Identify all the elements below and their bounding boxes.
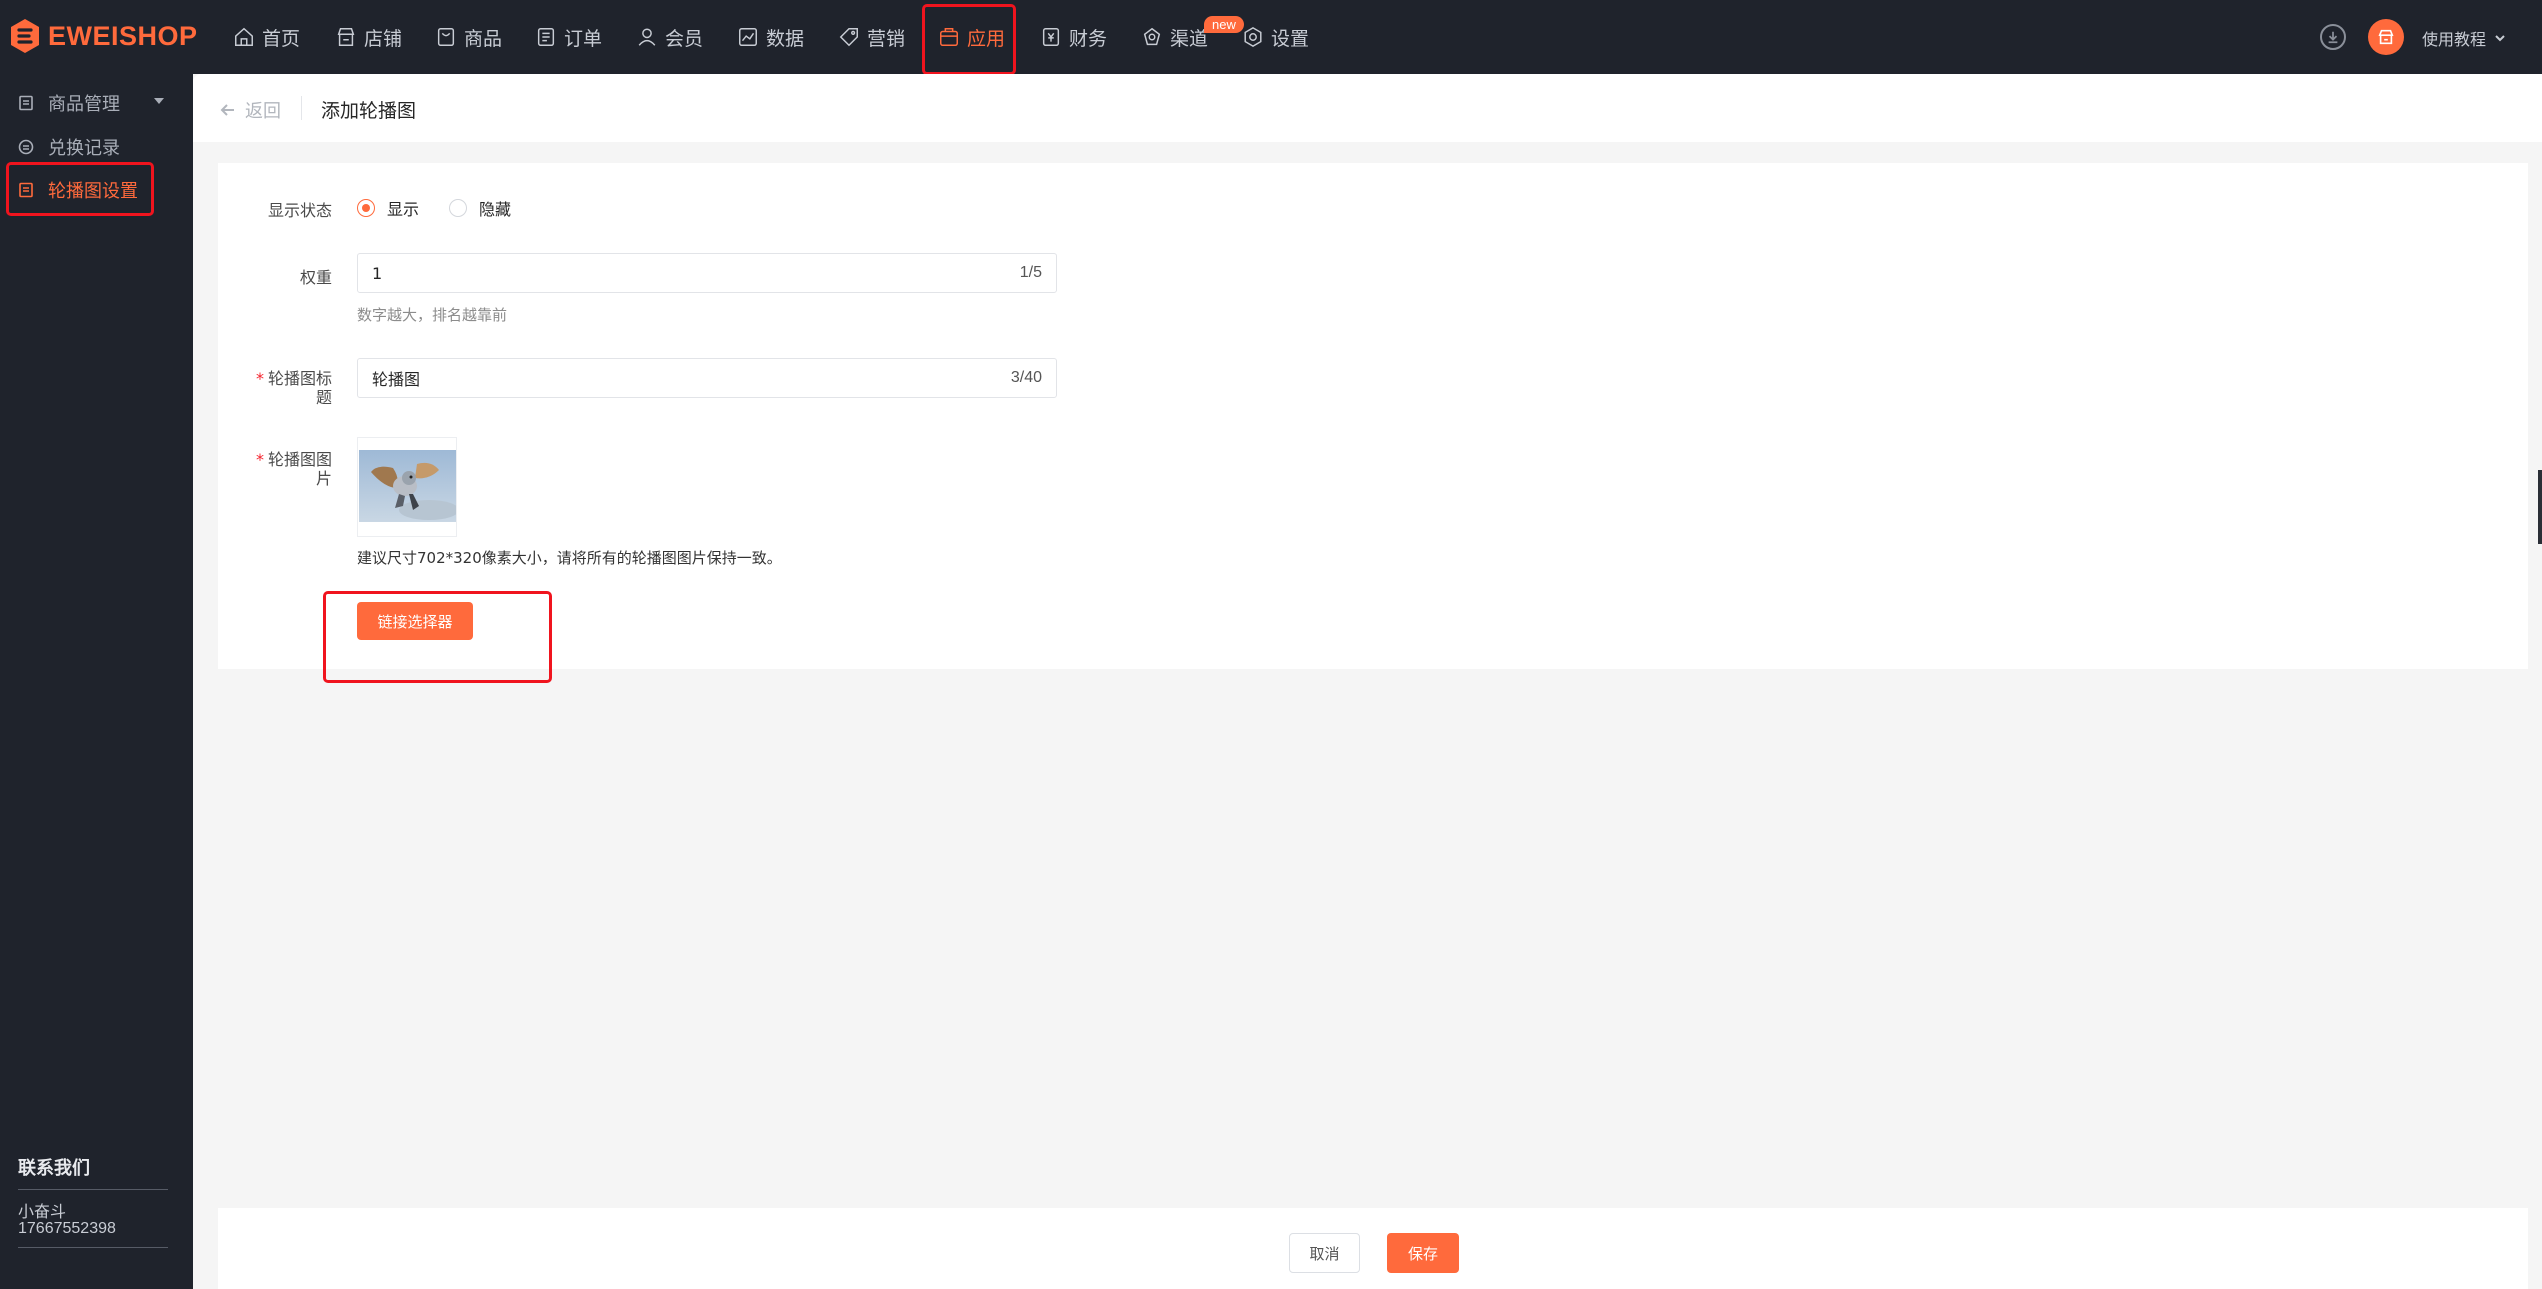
sidebar-item-carousel-settings[interactable]: 轮播图设置	[0, 173, 193, 207]
nav-marketing[interactable]: 营销	[838, 0, 905, 74]
nav-label: 营销	[867, 27, 906, 50]
home-icon	[235, 27, 253, 46]
shop-icon	[2378, 29, 2394, 45]
nav-label: 商品	[464, 27, 503, 50]
nav-goods[interactable]: 商品	[435, 0, 502, 74]
page-header: 返回 添加轮播图	[193, 74, 2542, 142]
nav-label: 设置	[1271, 27, 1310, 50]
nav-settings[interactable]: 设置	[1242, 0, 1309, 74]
nav-label: 首页	[262, 27, 301, 50]
contact-phone: 17667552398	[18, 1220, 116, 1237]
caret-down-icon	[154, 98, 164, 104]
record-icon	[18, 139, 34, 155]
top-navbar: EWEISHOP 首页 店铺 商品 订单 会员 数据 营销 应用 财务 渠道 n…	[0, 0, 2542, 74]
nav-label: 店铺	[364, 27, 403, 50]
sidebar-item-exchange-records[interactable]: 兑换记录	[0, 130, 193, 164]
contact-divider	[18, 1189, 168, 1190]
weight-input[interactable]: 1 1/5	[357, 253, 1057, 293]
order-icon	[537, 28, 555, 46]
download-icon	[2328, 31, 2338, 44]
nav-data[interactable]: 数据	[737, 0, 804, 74]
new-badge: new	[1204, 16, 1244, 33]
download-button[interactable]	[2320, 24, 2346, 50]
image-label: * 轮播图图片	[255, 450, 332, 488]
image-help: 建议尺寸702*320像素大小，请将所有的轮播图图片保持一致。	[357, 549, 782, 567]
help-menu[interactable]: 使用教程	[2422, 26, 2506, 50]
brand-name: EWEISHOP	[48, 20, 198, 51]
weight-value: 1	[372, 263, 383, 283]
weight-label: 权重	[299, 268, 332, 287]
nav-label: 财务	[1069, 27, 1108, 50]
title-value: 轮播图	[372, 370, 421, 389]
page-title: 添加轮播图	[321, 100, 417, 122]
help-label: 使用教程	[2422, 30, 2487, 49]
doc-icon	[19, 95, 33, 111]
sidebar-item-label: 轮播图设置	[48, 181, 138, 202]
radio-show[interactable]: 显示	[357, 196, 419, 220]
arrow-left-icon	[220, 104, 234, 116]
nav-order[interactable]: 订单	[535, 0, 602, 74]
tag-icon	[839, 28, 858, 47]
contact-name: 小奋斗	[18, 1202, 67, 1221]
nav-label: 渠道	[1170, 27, 1209, 50]
channel-icon	[1143, 27, 1161, 46]
nav-channel[interactable]: 渠道	[1141, 0, 1208, 74]
back-button[interactable]: 返回	[219, 97, 281, 123]
app-icon	[940, 28, 958, 46]
logo-icon	[11, 19, 39, 53]
avatar[interactable]	[2368, 19, 2404, 55]
cancel-button[interactable]: 取消	[1289, 1233, 1360, 1273]
status-label: 显示状态	[267, 201, 332, 220]
radio-unchecked-icon	[449, 199, 467, 217]
nav-store[interactable]: 店铺	[335, 0, 402, 74]
image-upload[interactable]	[357, 437, 457, 537]
sidebar-item-label: 兑换记录	[48, 138, 120, 159]
doc-icon	[19, 182, 33, 198]
radio-checked-icon	[357, 199, 375, 217]
gear-icon	[1244, 26, 1262, 48]
nav-label: 订单	[564, 27, 603, 50]
save-button[interactable]: 保存	[1387, 1233, 1459, 1273]
radio-hide[interactable]: 隐藏	[449, 196, 511, 220]
sidebar-item-label: 商品管理	[48, 94, 120, 115]
contact-title: 联系我们	[18, 1158, 90, 1179]
goods-icon	[437, 28, 455, 46]
title-input[interactable]: 轮播图 3/40	[357, 358, 1057, 398]
nav-label: 应用	[967, 27, 1006, 50]
carousel-form: 显示状态 显示 隐藏 权重 1 1/5 数字越大，排名越靠前 * 轮播图标题 轮播…	[218, 163, 2528, 669]
nav-label: 数据	[766, 27, 805, 50]
radio-label: 隐藏	[479, 200, 512, 219]
contact-divider	[18, 1247, 168, 1248]
title-label: * 轮播图标题	[255, 369, 332, 407]
nav-app[interactable]: 应用	[938, 0, 1005, 74]
form-footer: 取消 保存	[218, 1208, 2528, 1289]
weight-help: 数字越大，排名越靠前	[357, 306, 508, 324]
nav-finance[interactable]: 财务	[1040, 0, 1107, 74]
chevron-down-icon	[2495, 35, 2505, 42]
radio-label: 显示	[387, 200, 420, 219]
required-mark: *	[255, 369, 264, 388]
link-selector-button[interactable]: 链接选择器	[357, 602, 473, 640]
nav-home[interactable]: 首页	[233, 0, 300, 74]
sidebar: 商品管理 兑换记录 轮播图设置 联系我们 小奋斗 17667552398	[0, 74, 193, 1289]
weight-char-count: 1/5	[1019, 264, 1042, 281]
store-icon	[337, 28, 355, 46]
member-icon	[638, 28, 656, 46]
header-divider	[301, 96, 302, 120]
nav-member[interactable]: 会员	[636, 0, 703, 74]
sidebar-item-goods-management[interactable]: 商品管理	[0, 86, 193, 120]
title-char-count: 3/40	[1010, 369, 1042, 386]
back-label: 返回	[245, 101, 281, 122]
carousel-image-thumbnail	[359, 450, 456, 522]
chart-icon	[739, 28, 757, 46]
finance-icon	[1042, 28, 1060, 46]
scrollbar-thumb[interactable]	[2538, 470, 2542, 544]
brand-logo[interactable]: EWEISHOP	[10, 18, 198, 54]
required-mark: *	[255, 450, 264, 469]
nav-label: 会员	[665, 27, 704, 50]
